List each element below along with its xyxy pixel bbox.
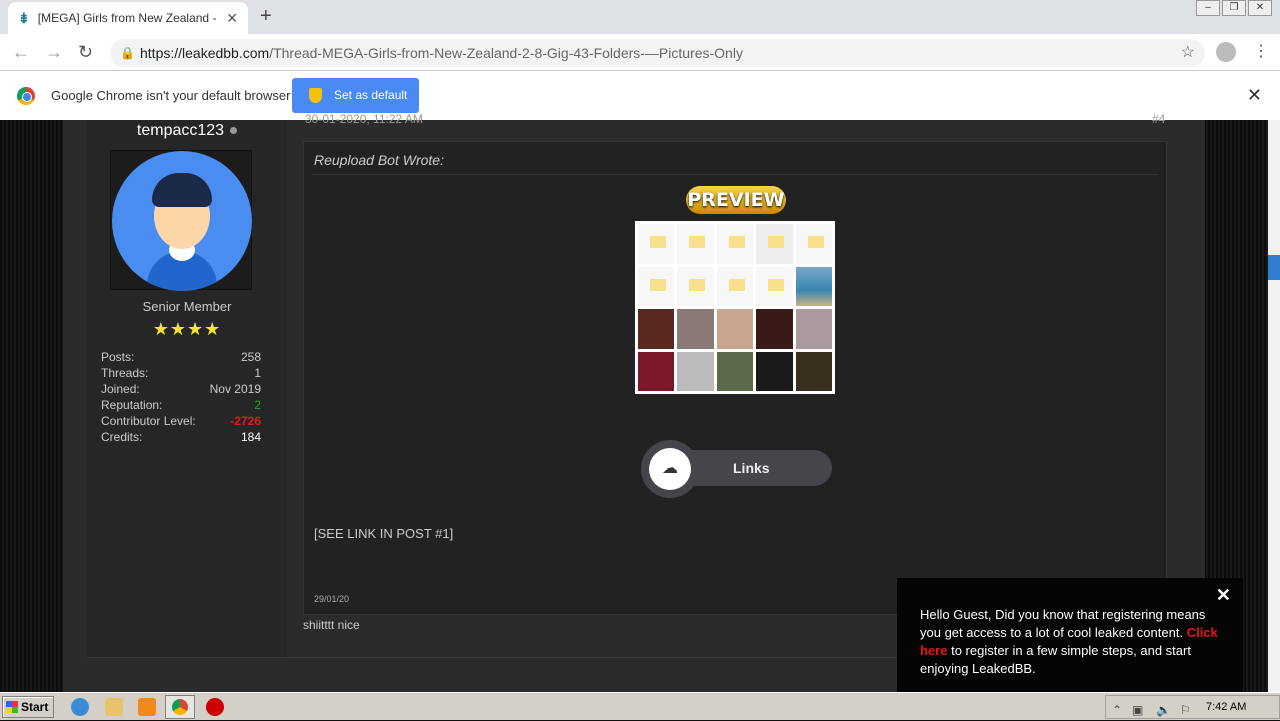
quote-author: Reupload Bot Wrote:	[314, 152, 444, 168]
set-as-default-button[interactable]: Set as default	[292, 78, 419, 113]
infobar-text: Google Chrome isn't your default browser	[51, 88, 291, 103]
taskbar: Start ⌃ ▣ 🔈 ⚐ 7:42 AM	[0, 692, 1280, 720]
forward-icon[interactable]: →	[45, 42, 63, 63]
stat-value: -2726	[230, 414, 261, 428]
popup-text: Hello Guest, Did you know that registeri…	[920, 607, 1206, 640]
new-tab-button[interactable]: +	[260, 5, 272, 28]
opera-icon[interactable]	[206, 698, 224, 716]
quote-date: 29/01/20	[314, 594, 350, 604]
default-browser-infobar: Google Chrome isn't your default browser…	[0, 71, 1280, 120]
popup-text-2: to register in a few simple steps, and s…	[920, 643, 1191, 676]
url-host: https://leakedbb.com	[140, 45, 270, 61]
see-link-text: [SEE LINK IN POST #1]	[314, 526, 454, 541]
reload-icon[interactable]: ↻	[78, 42, 93, 63]
stat-label: Contributor Level:	[101, 414, 196, 428]
avatar-image	[112, 151, 252, 291]
restore-button[interactable]: ❐	[1222, 0, 1246, 16]
bookmark-star-icon[interactable]: ☆	[1181, 39, 1195, 67]
user-profile-panel: tempacc123 Senior Member ★★★★ Posts: 258 …	[87, 120, 287, 657]
scrollbar-thumb[interactable]	[1268, 255, 1280, 280]
stat-value: Nov 2019	[209, 382, 261, 396]
stat-value[interactable]: 2	[254, 398, 261, 412]
stat-label: Credits:	[101, 430, 143, 444]
site-favicon-icon: ⇟	[18, 9, 30, 26]
stat-credits: Credits: 184	[101, 430, 261, 444]
stat-value[interactable]: 258	[241, 350, 261, 364]
tab-title: [MEGA] Girls from New Zealand - 2.8	[37, 11, 221, 25]
user-rank: Senior Member	[142, 299, 232, 314]
stat-contributor-level: Contributor Level: -2726	[101, 414, 261, 428]
offline-status-icon	[230, 127, 238, 135]
preview-badge: PREVIEW	[686, 186, 786, 214]
quote-divider	[312, 174, 1158, 175]
post-message: shiitttt nice	[303, 618, 360, 632]
preview-image[interactable]	[635, 221, 835, 394]
rank-stars-icon: ★★★★	[152, 319, 222, 339]
action-center-flag-icon[interactable]: ⚐	[1180, 699, 1191, 721]
post-datetime: 30-01-2020, 11:22 AM	[305, 112, 423, 126]
quote-block: Reupload Bot Wrote: PREVIEW Links ☁ [SEE…	[303, 141, 1167, 615]
media-player-icon[interactable]	[138, 698, 156, 716]
back-icon[interactable]: ←	[12, 42, 30, 63]
system-tray: ⌃ ▣ 🔈 ⚐ 7:42 AM	[1105, 695, 1280, 719]
shield-icon	[309, 88, 322, 103]
chrome-taskbar-button[interactable]	[165, 695, 195, 719]
guest-register-popup: ✕ Hello Guest, Did you know that registe…	[897, 578, 1243, 692]
lock-icon: 🔒	[120, 46, 135, 60]
internet-explorer-icon[interactable]	[71, 698, 89, 716]
username-text: tempacc123	[136, 122, 225, 139]
chrome-logo-icon	[17, 87, 35, 105]
avatar[interactable]	[110, 150, 252, 291]
stat-label: Reputation:	[101, 398, 163, 412]
stat-label: Posts:	[101, 350, 135, 364]
tab-bar: ⇟ [MEGA] Girls from New Zealand - 2.8 ✕ …	[0, 0, 1280, 34]
stat-joined: Joined: Nov 2019	[101, 382, 261, 396]
minimize-button[interactable]: ‒	[1196, 0, 1220, 16]
show-hidden-icons[interactable]: ⌃	[1112, 699, 1122, 721]
close-window-button[interactable]: ✕	[1248, 0, 1272, 16]
username[interactable]: tempacc123	[87, 122, 287, 140]
links-button[interactable]: Links ☁	[641, 440, 832, 498]
menu-icon[interactable]: ⋮	[1253, 41, 1269, 61]
profile-avatar-icon[interactable]	[1216, 42, 1236, 62]
address-bar[interactable]: 🔒 https://leakedbb.com/Thread-MEGA-Girls…	[110, 39, 1205, 67]
tab-close-icon[interactable]: ✕	[226, 10, 238, 27]
network-icon[interactable]: ▣	[1132, 699, 1143, 721]
stat-threads: Threads: 1	[101, 366, 261, 380]
infobar-close-icon[interactable]: ✕	[1247, 85, 1262, 106]
window-controls: ‒ ❐ ✕	[1196, 0, 1272, 16]
stat-reputation: Reputation: 2	[101, 398, 261, 412]
url-path: /Thread-MEGA-Girls-from-New-Zealand-2-8-…	[269, 45, 743, 61]
start-button[interactable]: Start	[2, 696, 54, 718]
file-explorer-icon[interactable]	[105, 698, 123, 716]
clock[interactable]: 7:42 AM	[1206, 701, 1246, 713]
post-number[interactable]: #4	[1152, 112, 1165, 126]
toolbar: ← → ↻ 🔒 https://leakedbb.com/Thread-MEGA…	[0, 34, 1280, 71]
stat-label: Joined:	[101, 382, 140, 396]
stat-value[interactable]: 1	[254, 366, 261, 380]
volume-icon[interactable]: 🔈	[1156, 699, 1171, 721]
page-scrollbar[interactable]	[1268, 120, 1280, 692]
cloud-download-icon: ☁	[649, 448, 691, 490]
stat-posts: Posts: 258	[101, 350, 261, 364]
stat-value: 184	[240, 430, 261, 444]
stat-label: Threads:	[101, 366, 149, 380]
set-default-label: Set as default	[334, 88, 408, 102]
popup-close-icon[interactable]: ✕	[1216, 586, 1231, 604]
browser-tab[interactable]: ⇟ [MEGA] Girls from New Zealand - 2.8 ✕	[8, 2, 248, 34]
